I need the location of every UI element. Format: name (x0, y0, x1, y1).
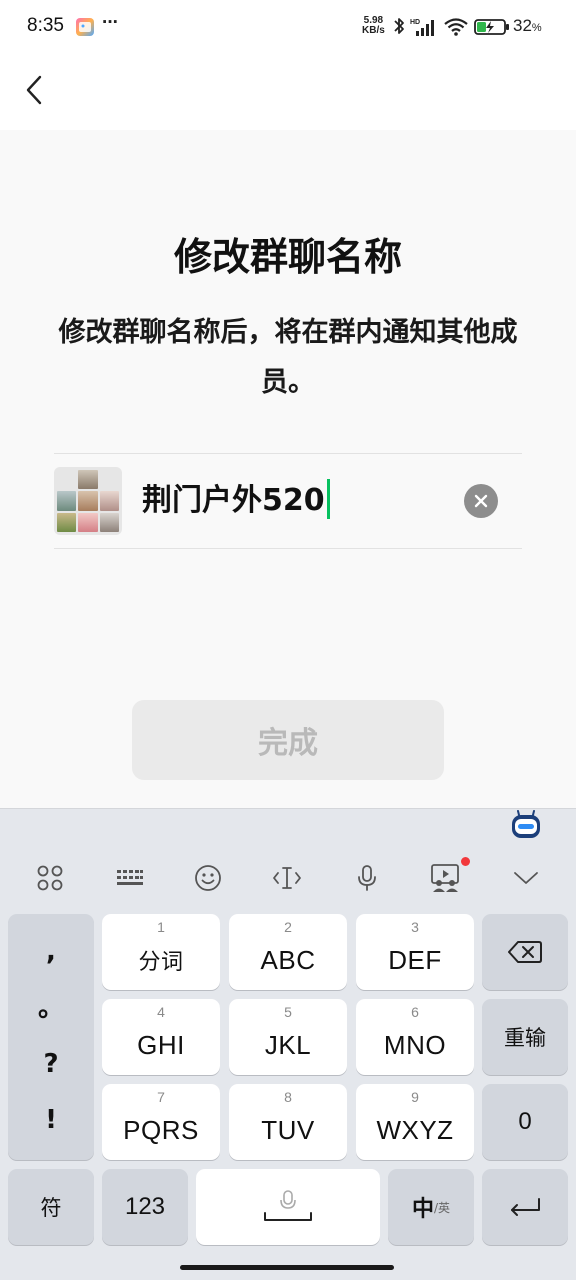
key-label: 0 (518, 1108, 532, 1135)
avatar-cell (78, 470, 98, 490)
battery-percent: 32% (513, 16, 542, 36)
nav-bar (0, 56, 576, 130)
key-1[interactable]: 1 分词 (102, 914, 220, 990)
group-name-input[interactable]: 荆门户外520 (142, 478, 442, 524)
punctuation-key[interactable]: , 。 ? ! (8, 914, 94, 1160)
key-0[interactable]: 0 (482, 1084, 568, 1160)
group-avatar (54, 467, 122, 535)
enter-icon (511, 1198, 540, 1216)
battery-icon (474, 19, 509, 35)
key-4[interactable]: 4 GHI (102, 999, 220, 1075)
more-notifications-icon: ··· (102, 12, 119, 33)
key-number: 9 (411, 1089, 419, 1105)
key-number: 3 (411, 919, 419, 935)
chevron-left-icon (26, 75, 42, 105)
key-label: MNO (383, 1029, 447, 1060)
key-label: JKL (264, 1029, 312, 1060)
bluetooth-icon (394, 18, 404, 34)
back-button[interactable] (14, 70, 54, 110)
network-speed-unit: KB/s (362, 25, 385, 36)
backspace-icon (508, 941, 542, 963)
space-button[interactable] (196, 1169, 380, 1245)
symbol-button[interactable]: 符 (8, 1169, 94, 1245)
reenter-button[interactable]: 重输 (482, 999, 568, 1075)
key-label: ABC (260, 944, 316, 975)
key-label: GHI (137, 1029, 185, 1060)
enter-button[interactable] (482, 1169, 568, 1245)
signal-icon: HD (410, 19, 434, 36)
key-2[interactable]: 2 ABC (229, 914, 347, 990)
keyboard-toolbar (0, 858, 576, 898)
backspace-button[interactable] (482, 914, 568, 990)
home-indicator[interactable] (180, 1265, 394, 1270)
key-9[interactable]: 9 WXYZ (356, 1084, 474, 1160)
emoji-icon[interactable] (188, 858, 228, 898)
keyboard-icon[interactable] (110, 858, 150, 898)
screen-share-icon[interactable] (426, 858, 466, 898)
avatar-cell (99, 512, 119, 532)
avatar-cell (78, 491, 98, 511)
key-3[interactable]: 3 DEF (356, 914, 474, 990)
key-label: PQRS (123, 1114, 199, 1145)
key-number: 4 (157, 1004, 165, 1020)
done-button[interactable]: 完成 (132, 700, 444, 780)
svg-text:HD: HD (410, 19, 420, 26)
group-name-value: 荆门户外520 (142, 483, 325, 518)
symbol-label: 符 (40, 1196, 62, 1220)
page-description: 修改群聊名称后，将在群内通知其他成员。 (58, 317, 518, 398)
avatar-cell (100, 470, 119, 489)
key-label: WXYZ (376, 1114, 454, 1145)
chevron-down-icon[interactable] (506, 858, 546, 898)
avatar-cell (78, 512, 98, 532)
punct-comma: , (46, 937, 56, 967)
keyboard-mascot-icon[interactable] (510, 810, 542, 840)
key-5[interactable]: 5 JKL (229, 999, 347, 1075)
key-number: 6 (411, 1004, 419, 1020)
punct-period: 。 (37, 993, 64, 1023)
key-label: TUV (261, 1114, 315, 1145)
status-bar: 8:35 ··· 5.98 KB/s HD 32% (0, 0, 576, 56)
avatar-cell (57, 470, 76, 489)
divider (54, 453, 522, 454)
key-number: 8 (284, 1089, 292, 1105)
battery-percent-unit: % (531, 22, 542, 34)
key-label: DEF (388, 944, 442, 975)
battery-percent-value: 32 (513, 16, 532, 35)
divider (54, 548, 522, 549)
numeric-button[interactable]: 123 (102, 1169, 188, 1245)
network-speed: 5.98 KB/s (362, 16, 385, 36)
status-time: 8:35 (27, 15, 64, 36)
avatar-cell (57, 491, 77, 511)
divider (0, 808, 576, 809)
cursor-icon[interactable] (267, 858, 307, 898)
key-8[interactable]: 8 TUV (229, 1084, 347, 1160)
text-caret (326, 478, 330, 519)
key-6[interactable]: 6 MNO (356, 999, 474, 1075)
punct-question: ? (43, 1049, 59, 1079)
reenter-label: 重输 (504, 1026, 546, 1050)
space-mic-icon (264, 1190, 312, 1221)
key-number: 1 (157, 919, 165, 935)
grid-icon[interactable] (30, 858, 70, 898)
numeric-label: 123 (124, 1193, 166, 1220)
page-title: 修改群聊名称 (173, 235, 402, 279)
key-number: 5 (284, 1004, 292, 1020)
microphone-icon[interactable] (347, 858, 387, 898)
lang-sub-label: /英 (433, 1200, 451, 1215)
avatar-cell (99, 491, 119, 511)
key-7[interactable]: 7 PQRS (102, 1084, 220, 1160)
clear-input-button[interactable] (464, 484, 498, 518)
punct-exclaim: ! (45, 1105, 57, 1135)
avatar-cell (57, 512, 77, 532)
wifi-icon (444, 18, 468, 36)
gallery-app-icon (76, 18, 94, 36)
key-number: 2 (284, 919, 292, 935)
key-label: 分词 (138, 950, 184, 975)
key-number: 7 (157, 1089, 165, 1105)
language-switch-button[interactable]: 中/英 (388, 1169, 474, 1245)
lang-main-label: 中 (411, 1197, 434, 1222)
keyboard: , 。 ? ! 1 分词 2 ABC 3 DEF 4 GHI 5 JKL 6 M… (0, 808, 576, 1280)
close-circle-icon (474, 494, 488, 508)
notification-dot (461, 857, 470, 866)
